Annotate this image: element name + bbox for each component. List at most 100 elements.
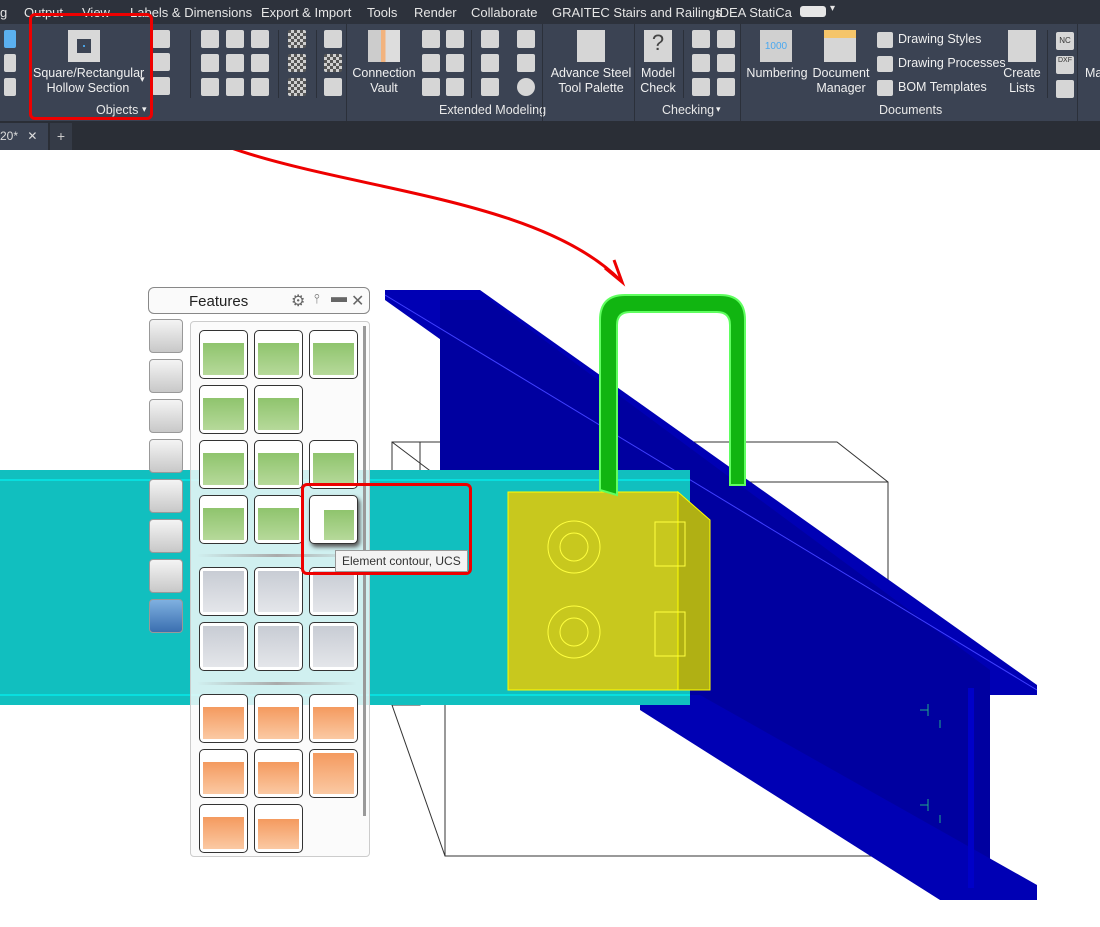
feature-cut-at-object-tile[interactable] (254, 385, 303, 434)
feature-miter-tile[interactable] (199, 385, 248, 434)
document-manager-button[interactable]: Document Manager (810, 24, 872, 98)
selection-rectangle-icon[interactable] (149, 479, 183, 513)
railing-icon[interactable] (446, 30, 464, 48)
structure-check-icon[interactable] (717, 54, 735, 72)
minimize-icon[interactable]: ▬ (331, 289, 347, 307)
ribbon-toggle-icon[interactable] (800, 6, 826, 17)
check-document-icon[interactable] (717, 30, 735, 48)
feature-cope-tile[interactable] (199, 622, 248, 671)
plate-feature-element-tile[interactable] (309, 749, 358, 798)
menu-tab-tools[interactable]: Tools (367, 5, 397, 20)
balustrade-icon[interactable] (517, 54, 535, 72)
plate-feature-chamfer-tile[interactable] (199, 804, 248, 853)
chevron-down-icon[interactable]: ▾ (830, 3, 835, 14)
feature-polygon-contour-tile[interactable] (254, 495, 303, 544)
menu-tab-export-import[interactable]: Export & Import (261, 5, 351, 20)
conical-plate-icon[interactable] (251, 54, 269, 72)
create-lists-button[interactable]: Create Lists (1000, 24, 1044, 98)
grating-rect-icon[interactable] (288, 54, 306, 72)
feature-section-contour-tile[interactable] (309, 622, 358, 671)
collision-icon[interactable] (692, 78, 710, 96)
feature-ucs-tile[interactable] (199, 330, 248, 379)
grating-poly-icon[interactable] (288, 78, 306, 96)
plate-feature-rect-tile[interactable] (199, 694, 248, 743)
document-tab[interactable]: 20* ✕ (0, 123, 48, 150)
building-icon[interactable] (481, 54, 499, 72)
feature-rect-contour-tile[interactable] (199, 440, 248, 489)
plate-feature-polygon-tile[interactable] (254, 749, 303, 798)
feature-stack-icon[interactable] (149, 599, 183, 633)
truss-icon[interactable] (422, 78, 440, 96)
nc-icon[interactable]: NC (1056, 32, 1074, 50)
anchor-icon[interactable] (324, 78, 342, 96)
plate-polygon-icon[interactable] (201, 30, 219, 48)
model-check-button[interactable]: ? Model Check (636, 24, 680, 98)
feature-shorten-angled-tile[interactable] (254, 567, 303, 616)
plate-edit-icon[interactable] (226, 30, 244, 48)
channel-icon[interactable] (152, 53, 170, 71)
stair-icon[interactable] (517, 30, 535, 48)
plate-feature-corner-tile[interactable] (254, 804, 303, 853)
ucs-axes-icon[interactable] (149, 439, 183, 473)
frame-icon[interactable] (422, 54, 440, 72)
feature-rect-contour-2pt-tile[interactable] (254, 440, 303, 489)
plate-ucs-icon[interactable] (226, 78, 244, 96)
plate-rect-icon[interactable] (201, 54, 219, 72)
filter-icon[interactable] (149, 519, 183, 553)
plate-icon[interactable] (152, 30, 170, 48)
folded-plate-icon[interactable] (251, 30, 269, 48)
beam-icon[interactable] (4, 30, 16, 48)
pencil-icon[interactable] (149, 319, 183, 353)
truncated-button-label[interactable]: Ma (1085, 66, 1100, 81)
drawing-styles-button[interactable]: Drawing Styles (898, 32, 981, 46)
grating-icon[interactable] (288, 30, 306, 48)
numbering-button[interactable]: 1000 Numbering (744, 24, 810, 98)
plate-extend-icon[interactable] (251, 78, 269, 96)
plate-split-icon[interactable] (226, 54, 244, 72)
feature-circle-contour-2pt-tile[interactable] (199, 495, 248, 544)
pin-icon[interactable]: ⫯ (314, 291, 320, 307)
folded-contour-icon[interactable] (149, 559, 183, 593)
bracing-icon[interactable] (446, 54, 464, 72)
plate-feature-rect-2pt-tile[interactable] (254, 694, 303, 743)
plate-feature-circle-2pt-tile[interactable] (199, 749, 248, 798)
feature-extend-tile[interactable] (254, 622, 303, 671)
menu-tab-collaborate[interactable]: Collaborate (471, 5, 538, 20)
audit-icon[interactable] (692, 54, 710, 72)
bolt-pattern-icon[interactable] (324, 54, 342, 72)
palette-header[interactable]: Features ⚙ ⫯ ▬ ✕ (148, 287, 370, 314)
bom-templates-button[interactable]: BOM Templates (898, 80, 987, 94)
weld-icon[interactable] (324, 30, 342, 48)
warning-list-icon[interactable] (717, 78, 735, 96)
tool-palette-button[interactable]: Advance Steel Tool Palette (548, 24, 634, 98)
angle-icon[interactable] (152, 77, 170, 95)
ring-icon[interactable] (517, 78, 535, 96)
feature-shorten-tile[interactable] (199, 567, 248, 616)
home-icon[interactable] (481, 78, 499, 96)
plate-feature-circle-tile[interactable] (309, 694, 358, 743)
menu-tab-render[interactable]: Render (414, 5, 457, 20)
z-purlin-icon[interactable] (446, 78, 464, 96)
menu-tab-graitec-stairs[interactable]: GRAITEC Stairs and Railings (552, 5, 722, 20)
tools-icon[interactable] (149, 359, 183, 393)
end-plate-yellow[interactable] (507, 490, 711, 691)
nc-settings-icon[interactable] (1056, 80, 1074, 98)
close-icon[interactable]: ✕ (351, 291, 364, 311)
feature-circle-contour-tile[interactable] (309, 440, 358, 489)
menu-tab[interactable]: g (0, 5, 7, 20)
portal-frame-icon[interactable] (422, 30, 440, 48)
feature-cut-corner-tile[interactable] (309, 330, 358, 379)
house-icon[interactable] (481, 30, 499, 48)
new-tab-button[interactable]: + (50, 123, 72, 150)
plate-shrink-icon[interactable] (201, 78, 219, 96)
clash-check-icon[interactable] (692, 30, 710, 48)
close-icon[interactable]: ✕ (27, 129, 37, 143)
dxf-icon[interactable]: DXF (1056, 56, 1074, 74)
connection-vault-button[interactable]: Connection Vault (350, 24, 418, 98)
drawing-processes-button[interactable]: Drawing Processes (898, 56, 1006, 70)
checking-group-label[interactable]: Checking (662, 103, 714, 117)
feature-chamfer-tile[interactable] (254, 330, 303, 379)
beam-ucs-icon[interactable] (4, 78, 16, 96)
user-properties-icon[interactable] (149, 399, 183, 433)
beam-tool-icon[interactable] (4, 54, 16, 72)
